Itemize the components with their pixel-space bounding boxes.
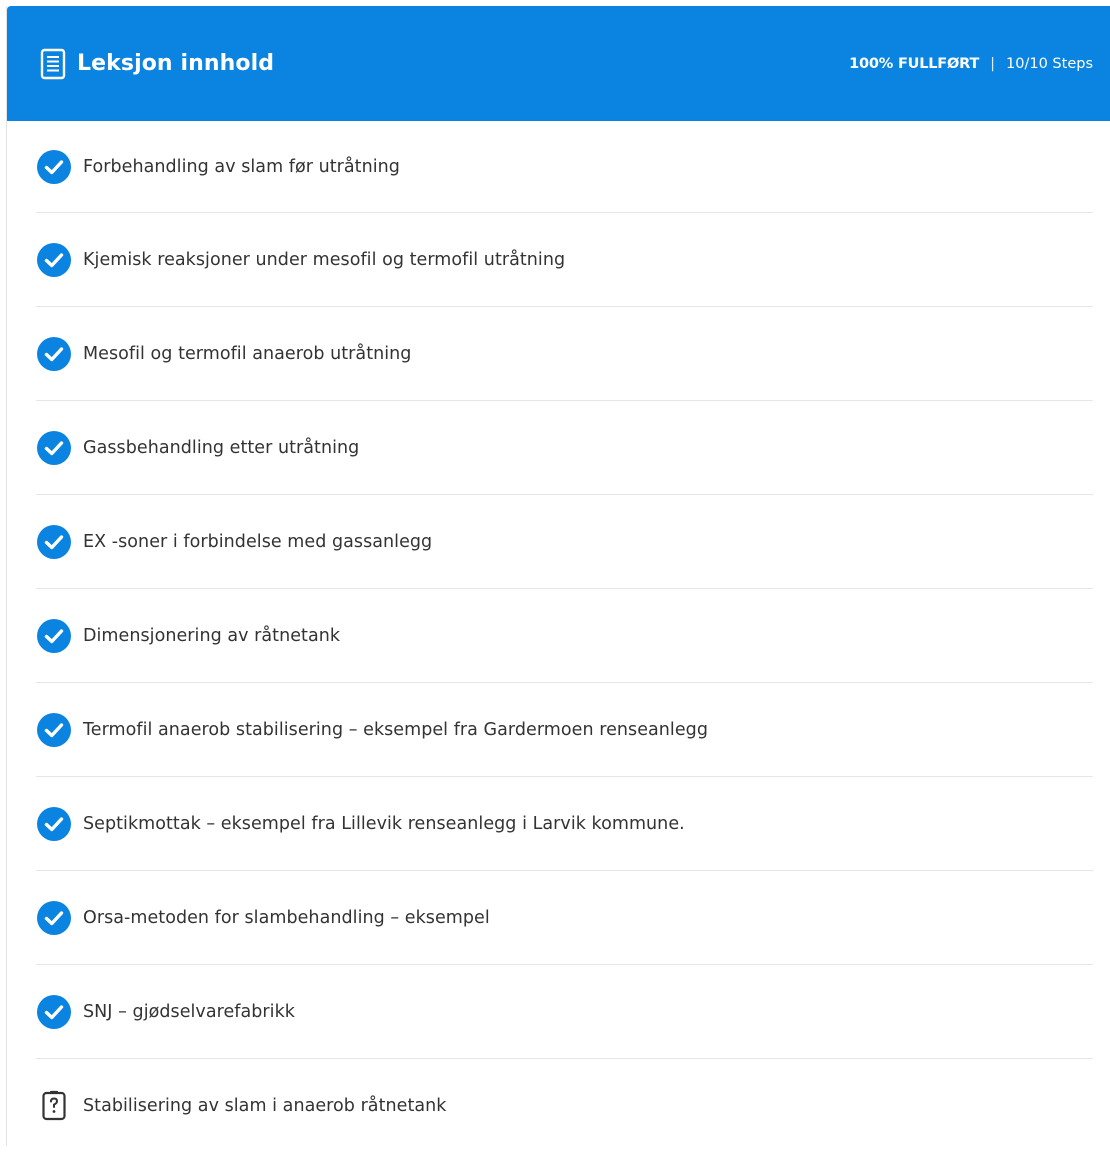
lesson-item[interactable]: Septikmottak – eksempel fra Lillevik ren… [36, 777, 1093, 871]
lesson-label: SNJ – gjødselvarefabrikk [83, 1001, 295, 1022]
lesson-link[interactable]: Kjemisk reaksjoner under mesofil og term… [36, 213, 1093, 306]
lesson-content-panel: Leksjon innhold 100% FULLFØRT | 10/10 St… [6, 6, 1110, 1146]
lesson-label: Dimensjonering av råtnetank [83, 625, 341, 646]
lesson-item[interactable]: Orsa-metoden for slambehandling – eksemp… [36, 871, 1093, 965]
lesson-link[interactable]: Mesofil og termofil anaerob utråtning [36, 307, 1093, 400]
check-circle-icon [36, 149, 72, 185]
lesson-item[interactable]: Kjemisk reaksjoner under mesofil og term… [36, 213, 1093, 307]
lesson-item[interactable]: Gassbehandling etter utråtning [36, 401, 1093, 495]
lesson-label: Mesofil og termofil anaerob utråtning [83, 343, 412, 364]
check-circle-icon [36, 336, 72, 372]
lesson-label: Kjemisk reaksjoner under mesofil og term… [83, 249, 566, 270]
lesson-label: Gassbehandling etter utråtning [83, 437, 360, 458]
lesson-label: Septikmottak – eksempel fra Lillevik ren… [83, 813, 685, 834]
page-title: Leksjon innhold [77, 51, 275, 76]
lesson-label: Termofil anaerob stabilisering – eksempe… [83, 719, 708, 740]
lesson-list: Forbehandling av slam før utråtning Kjemi… [7, 121, 1110, 1153]
lesson-link[interactable]: SNJ – gjødselvarefabrikk [36, 965, 1093, 1058]
lesson-label: Stabilisering av slam i anaerob råtnetan… [83, 1096, 447, 1116]
lesson-item[interactable]: EX -soner i forbindelse med gassanlegg [36, 495, 1093, 589]
lesson-label: EX -soner i forbindelse med gassanlegg [83, 531, 433, 552]
steps-count: 10/10 Steps [1006, 55, 1093, 72]
lesson-item[interactable]: SNJ – gjødselvarefabrikk [36, 965, 1093, 1059]
lesson-item[interactable]: Termofil anaerob stabilisering – eksempe… [36, 683, 1093, 777]
progress-separator: | [990, 55, 996, 72]
lesson-link[interactable]: Gassbehandling etter utråtning [36, 401, 1093, 494]
lesson-link[interactable]: Termofil anaerob stabilisering – eksempe… [36, 683, 1093, 776]
lesson-link[interactable]: EX -soner i forbindelse med gassanlegg [36, 495, 1093, 588]
check-circle-icon [36, 712, 72, 748]
lesson-link[interactable]: Forbehandling av slam før utråtning [36, 121, 1093, 212]
lesson-content-header: Leksjon innhold 100% FULLFØRT | 10/10 St… [7, 6, 1110, 121]
check-circle-icon [36, 806, 72, 842]
check-circle-icon [36, 524, 72, 560]
check-circle-icon [36, 900, 72, 936]
lesson-item[interactable]: Dimensjonering av råtnetank [36, 589, 1093, 683]
document-icon [39, 48, 67, 80]
lesson-item[interactable]: Stabilisering av slam i anaerob råtnetan… [36, 1059, 1093, 1153]
quiz-icon [36, 1088, 72, 1124]
progress-summary: 100% FULLFØRT | 10/10 Steps [849, 56, 1093, 72]
header-title-group: Leksjon innhold [39, 48, 274, 80]
lesson-link[interactable]: Dimensjonering av råtnetank [36, 589, 1093, 682]
lesson-link[interactable]: Septikmottak – eksempel fra Lillevik ren… [36, 777, 1093, 870]
check-circle-icon [36, 242, 72, 278]
lesson-item[interactable]: Mesofil og termofil anaerob utråtning [36, 307, 1093, 401]
check-circle-icon [36, 618, 72, 654]
lesson-label: Forbehandling av slam før utråtning [83, 156, 400, 177]
lesson-label: Orsa-metoden for slambehandling – eksemp… [83, 907, 490, 928]
lesson-item[interactable]: Forbehandling av slam før utråtning [36, 121, 1093, 213]
lesson-link[interactable]: Stabilisering av slam i anaerob råtnetan… [36, 1059, 1093, 1153]
lesson-link[interactable]: Orsa-metoden for slambehandling – eksemp… [36, 871, 1093, 964]
check-circle-icon [36, 994, 72, 1030]
progress-status: 100% FULLFØRT [849, 55, 980, 72]
check-circle-icon [36, 430, 72, 466]
